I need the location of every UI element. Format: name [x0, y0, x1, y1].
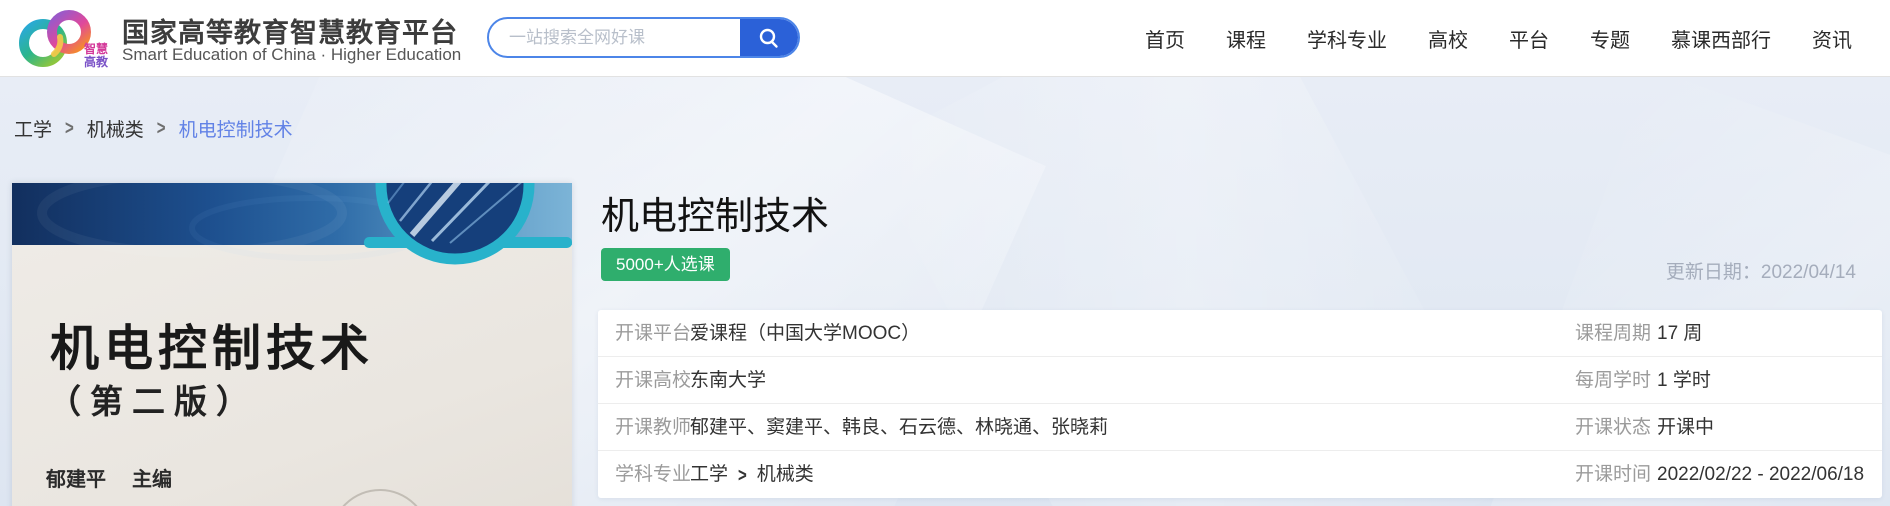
site-header: 智慧 高教 国家高等教育智慧教育平台 Smart Education of Ch… [0, 0, 1890, 77]
info-row-teachers-status: 开课教师 郁建平、窦建平、韩良、石云德、林晓通、张晓莉 开课状态 开课中 [598, 404, 1882, 451]
info-value-course-dates: 2022/02/22 - 2022/06/18 [1657, 451, 1864, 498]
enrollment-badge: 5000+人选课 [601, 248, 730, 281]
update-date-label: 更新日期： [1666, 262, 1761, 283]
logo-badge-line1: 智慧 [83, 41, 108, 56]
logo-badge-line2: 高教 [84, 54, 109, 69]
smart-education-logo-icon: 智慧 高教 [16, 9, 112, 69]
info-label-course-dates: 开课时间 [1575, 451, 1651, 498]
cover-author-role: 主编 [132, 469, 172, 491]
info-label-weekly-hours: 每周学时 [1575, 357, 1651, 404]
nav-item-mooc-west[interactable]: 慕课西部行 [1671, 24, 1771, 53]
main-nav: 首页 课程 学科专业 高校 平台 专题 慕课西部行 资讯 [1145, 24, 1852, 53]
breadcrumb-item-engineering[interactable]: 工学 [14, 115, 52, 142]
search-bar [487, 17, 800, 58]
content-area: 工学 > 机械类 > 机电控制技术 [0, 77, 1890, 506]
cover-edition: （第二版） [48, 375, 258, 423]
info-row-university-hours: 开课高校 东南大学 每周学时 1 学时 [598, 357, 1882, 404]
info-value-platform: 爱课程（中国大学MOOC） [690, 310, 920, 357]
info-label-course-status: 开课状态 [1575, 404, 1651, 451]
info-label-platform: 开课平台 [615, 310, 691, 357]
cover-decorative-circle [330, 489, 430, 506]
info-value-university: 东南大学 [690, 357, 766, 404]
info-value-course-period: 17 周 [1657, 310, 1702, 357]
breadcrumb: 工学 > 机械类 > 机电控制技术 [14, 115, 293, 142]
info-row-platform-period: 开课平台 爱课程（中国大学MOOC） 课程周期 17 周 [598, 310, 1882, 357]
cover-book-title: 机电控制技术 [50, 309, 374, 380]
info-value-weekly-hours: 1 学时 [1657, 357, 1711, 404]
breadcrumb-item-current[interactable]: 机电控制技术 [179, 115, 293, 142]
info-value-subject: 工学>机械类 [690, 451, 814, 499]
search-icon [757, 26, 781, 50]
chevron-right-icon: > [65, 117, 74, 140]
breadcrumb-item-machinery[interactable]: 机械类 [87, 115, 144, 142]
info-row-subject-dates: 学科专业 工学>机械类 开课时间 2022/02/22 - 2022/06/18 [598, 451, 1882, 498]
nav-item-courses[interactable]: 课程 [1226, 24, 1266, 53]
nav-item-topics[interactable]: 专题 [1590, 24, 1630, 53]
info-label-subject: 学科专业 [615, 451, 691, 498]
chevron-right-icon: > [738, 445, 747, 506]
subject-subcategory: 机械类 [757, 464, 814, 485]
nav-item-subjects[interactable]: 学科专业 [1307, 24, 1387, 53]
course-cover-image: 机电控制技术 （第二版） 郁建平 主编 [12, 183, 572, 506]
info-value-course-status: 开课中 [1657, 404, 1714, 451]
nav-item-news[interactable]: 资讯 [1812, 24, 1852, 53]
update-date: 更新日期：2022/04/14 [1666, 257, 1856, 284]
cover-author-line: 郁建平 主编 [46, 463, 172, 492]
update-date-value: 2022/04/14 [1761, 262, 1856, 283]
cover-art-band [12, 183, 572, 318]
nav-item-platforms[interactable]: 平台 [1509, 24, 1549, 53]
course-info-card: 开课平台 爱课程（中国大学MOOC） 课程周期 17 周 开课高校 东南大学 每… [598, 310, 1882, 498]
course-title: 机电控制技术 [601, 185, 829, 240]
search-input[interactable] [489, 19, 740, 56]
search-button[interactable] [740, 19, 798, 56]
info-label-course-period: 课程周期 [1575, 310, 1651, 357]
info-label-university: 开课高校 [615, 357, 691, 404]
page: 智慧 高教 国家高等教育智慧教育平台 Smart Education of Ch… [0, 0, 1890, 506]
brand-subtitle: Smart Education of China · Higher Educat… [122, 45, 461, 65]
info-label-teachers: 开课教师 [615, 404, 691, 451]
nav-item-home[interactable]: 首页 [1145, 24, 1185, 53]
nav-item-universities[interactable]: 高校 [1428, 24, 1468, 53]
chevron-right-icon: > [157, 117, 166, 140]
cover-author-name: 郁建平 [46, 469, 106, 491]
platform-logo[interactable]: 智慧 高教 [16, 9, 112, 69]
info-value-teachers: 郁建平、窦建平、韩良、石云德、林晓通、张晓莉 [690, 404, 1108, 451]
subject-category: 工学 [690, 464, 728, 485]
